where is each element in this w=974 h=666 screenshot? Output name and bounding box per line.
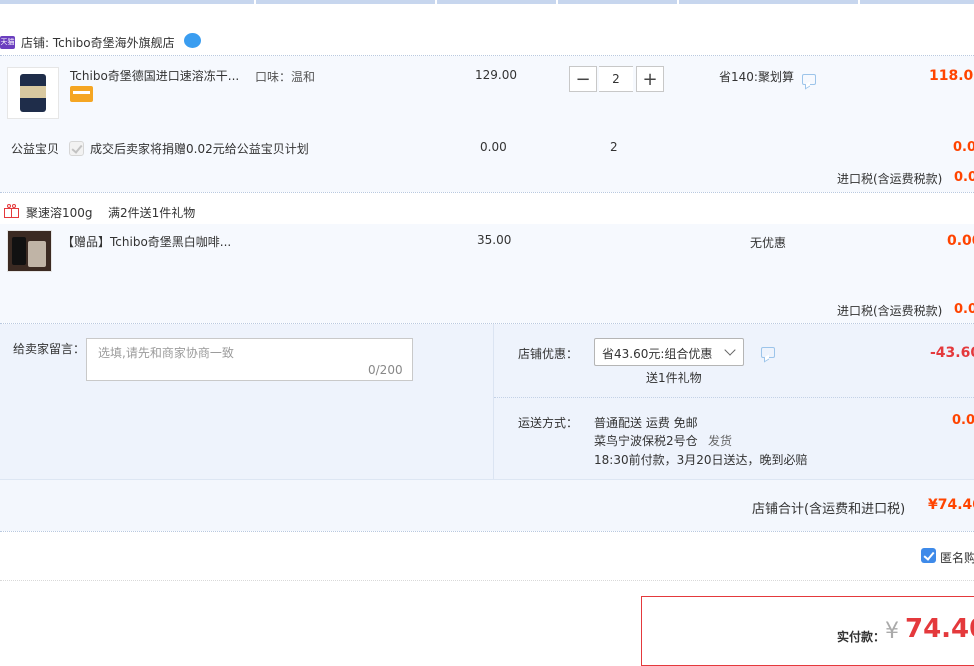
store-name-link[interactable]: 店铺: Tchibo奇堡海外旗舰店 (21, 34, 175, 51)
seller-message-label: 给卖家留言： (13, 342, 86, 356)
customer-service-icon[interactable] (184, 33, 201, 48)
shipping-label: 运送方式： (518, 416, 579, 430)
product-title-link[interactable]: Tchibo奇堡德国进口速溶冻干... (70, 67, 239, 84)
import-tax-label: 进口税(含运费税款) (837, 304, 943, 318)
column-divider (493, 324, 494, 479)
gift-subtotal: 0.00 (947, 233, 974, 249)
shipping-method: 普通配送 运费 免邮 (594, 416, 698, 430)
shipping-delivery: 18:30前付款，3月20日送达，晚到必赔 (594, 453, 808, 467)
payment-currency: ¥ (885, 619, 899, 644)
product-thumbnail[interactable] (7, 67, 59, 119)
charity-text: 成交后卖家将捐赠0.02元给公益宝贝计划 (90, 142, 309, 156)
divider (0, 580, 974, 581)
import-tax-value: 0.00 (954, 170, 974, 185)
quantity-input[interactable]: 2 (599, 66, 633, 92)
chat-bubble-icon[interactable] (802, 74, 816, 85)
store-discount-value: -43.60 (930, 345, 974, 361)
check-icon (923, 549, 935, 561)
charity-label: 公益宝贝 (11, 142, 60, 156)
promo-rule: 满2件送1件礼物 (108, 206, 196, 220)
product-discount: 省140:聚划算 (719, 70, 794, 84)
divider (0, 531, 974, 532)
quantity-decrease-button[interactable]: − (569, 66, 597, 92)
chat-bubble-icon[interactable] (761, 347, 775, 358)
seller-message-textarea[interactable]: 选填,请先和商家协商一致 0/200 (86, 338, 413, 381)
gift-discount: 无优惠 (750, 236, 787, 250)
charity-subtotal: 0.00 (953, 140, 974, 155)
shipping-warehouse: 菜鸟宁波保税2号仓 (594, 434, 698, 448)
charity-quantity: 2 (610, 140, 618, 154)
charity-checkbox[interactable] (69, 141, 84, 156)
charity-price: 0.00 (480, 140, 507, 154)
store-discount-gift-note: 送1件礼物 (646, 371, 702, 385)
payment-summary-box: 实付款： ¥ 74.40 (641, 596, 974, 666)
shipping-warehouse-suffix: 发货 (708, 434, 733, 448)
check-icon (71, 142, 83, 154)
gift-price: 35.00 (477, 233, 512, 247)
divider (494, 397, 974, 398)
import-tax-value: 0.00 (954, 302, 974, 317)
store-total-label: 店铺合计(含运费和进口税) (752, 502, 906, 517)
product-sku: 口味：温和 (255, 70, 316, 84)
product-subtotal: 118.00 (929, 68, 974, 84)
credit-card-icon (70, 86, 93, 102)
quantity-increase-button[interactable]: + (636, 66, 664, 92)
anonymous-checkbox[interactable] (921, 548, 936, 563)
gift-pack-image-2 (28, 241, 46, 267)
seller-message-counter: 0/200 (368, 363, 403, 377)
payment-amount: 74.40 (905, 614, 974, 644)
product-unit-price: 129.00 (475, 68, 517, 82)
shipping-value: 0.00 (952, 413, 974, 428)
promo-title: 聚速溶100g (26, 206, 93, 220)
gift-title-link[interactable]: 【赠品】Tchibo奇堡黑白咖啡... (62, 233, 231, 250)
import-tax-label: 进口税(含运费税款) (837, 172, 943, 186)
gift-icon (4, 204, 20, 219)
anonymous-label: 匿名购买 (940, 551, 974, 565)
store-discount-select[interactable]: 省43.60元:组合优惠 (594, 338, 744, 366)
table-header-strip (0, 0, 974, 4)
store-discount-selected: 省43.60元:组合优惠 (602, 347, 713, 361)
tmall-store-icon: 天猫 (0, 36, 15, 49)
payment-label: 实付款： (837, 630, 886, 644)
store-discount-label: 店铺优惠： (518, 347, 579, 361)
divider (0, 192, 974, 193)
chevron-down-icon (724, 344, 736, 356)
gift-pack-image (12, 237, 26, 265)
seller-message-placeholder: 选填,请先和商家协商一致 (98, 346, 234, 360)
jar-label (20, 86, 46, 98)
gift-thumbnail[interactable] (7, 230, 52, 272)
store-total-value: ¥74.40 (928, 497, 974, 513)
